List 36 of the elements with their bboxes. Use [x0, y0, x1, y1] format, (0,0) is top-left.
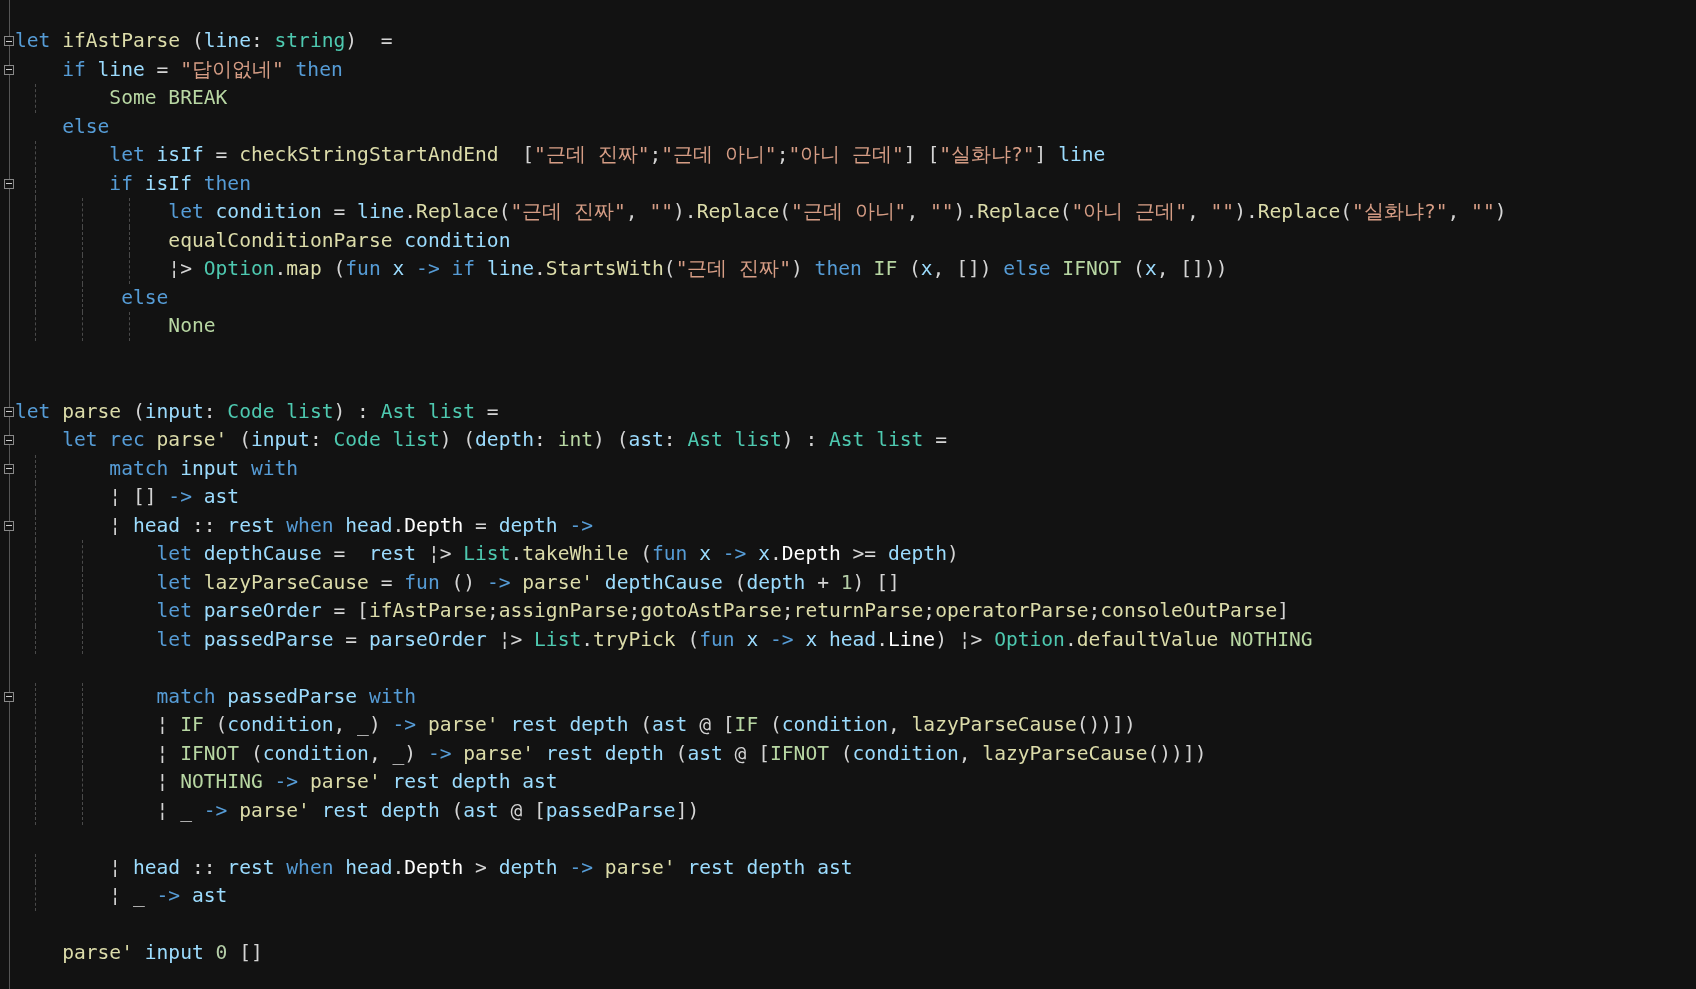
code-line: match input with [108, 455, 299, 482]
code-line: if line = "답이없네" then [61, 56, 343, 83]
code-line: let rec parse' (input: Code list) (depth: int) (ast: Ast list) : Ast list = [61, 427, 947, 454]
code-line: else [120, 284, 169, 311]
code-line: ¦ [] -> ast [108, 484, 240, 511]
code-line: ¦ IFNOT (condition, _) -> parse' rest depth (ast @ [IFNOT (condition, lazyParseCause())]) [155, 740, 1207, 767]
code-line: equalConditionParse condition [167, 227, 511, 254]
code-line: match passedParse with [155, 683, 417, 710]
code-line: ¦> Option.map (fun x -> if line.StartsWith("근데 진짜") then IF (x, []) else IFNOT (x, [])) [167, 256, 1228, 283]
code-line: Some BREAK [108, 85, 228, 112]
collapse-icon[interactable] [4, 406, 14, 417]
code-line: ¦ NOTHING -> parse' rest depth ast [155, 769, 558, 796]
collapse-icon[interactable] [4, 520, 14, 531]
code-line: let parse (input: Code list) : Ast list = [15, 398, 499, 425]
code-line: None [167, 313, 216, 340]
code-line: ¦ _ -> parse' rest depth (ast @ [passedParse]) [155, 797, 700, 824]
code-line: let passedParse = parseOrder ¦> List.tryPick (fun x -> x head.Line) ¦> Option.defaultValue NOTHING [155, 626, 1313, 653]
code-line: let condition = line.Replace("근데 진짜", "").Replace("근데 아니", "").Replace("아니 근데", "").Replace("실화냐?", "") [167, 199, 1507, 226]
collapse-icon[interactable] [4, 64, 14, 75]
code-line: ¦ _ -> ast [108, 883, 228, 910]
code-line: ¦ IF (condition, _) -> parse' rest depth (ast @ [IF (condition, lazyParseCause())]) [155, 712, 1136, 739]
code-line: ¦ head :: rest when head.Depth = depth -> [108, 512, 594, 539]
code-line: else [61, 113, 110, 140]
code-line: let parseOrder = [ifAstParse;assignParse;gotoAstParse;returnParse;operatorParse;consoleOutParse] [155, 598, 1290, 625]
code-line: let ifAstParse (line: string) = [15, 28, 393, 55]
code-line: parse' input 0 [] [61, 940, 263, 967]
collapse-icon[interactable] [4, 463, 14, 474]
collapse-icon[interactable] [4, 178, 14, 189]
code-line: let isIf = checkStringStartAndEnd ["근데 진짜";"근데 아니";"아니 근데"] ["실화냐?"] line [108, 142, 1106, 169]
collapse-icon[interactable] [4, 36, 14, 46]
code-line: let lazyParseCause = fun () -> parse' depthCause (depth + 1) [] [155, 569, 900, 596]
collapse-icon[interactable] [4, 691, 14, 702]
collapse-icon[interactable] [4, 435, 14, 445]
code-line: ¦ head :: rest when head.Depth > depth -> parse' rest depth ast [108, 854, 853, 881]
code-line: if isIf then [108, 170, 251, 197]
code-line: let depthCause = rest ¦> List.takeWhile (fun x -> x.Depth >= depth) [155, 541, 959, 568]
